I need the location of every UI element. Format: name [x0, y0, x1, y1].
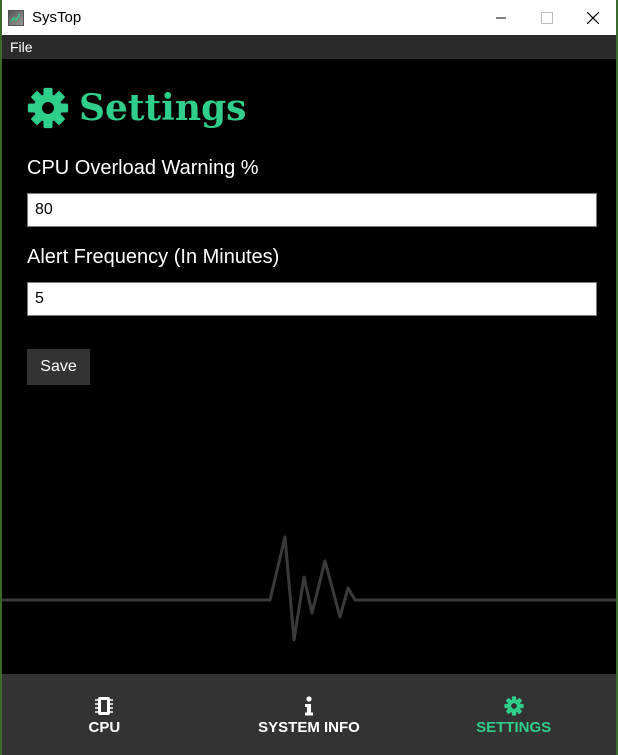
heartbeat-decoration: [2, 535, 616, 642]
window-controls: [478, 0, 616, 35]
cpu-overload-label: CPU Overload Warning %: [27, 157, 259, 179]
minimize-button[interactable]: [478, 0, 524, 35]
nav-settings-label: SETTINGS: [476, 718, 552, 736]
title-bar[interactable]: SysTop: [2, 0, 616, 35]
nav-settings[interactable]: SETTINGS: [411, 674, 616, 755]
menu-file[interactable]: File: [2, 39, 41, 55]
minimize-icon: [496, 17, 506, 18]
close-button[interactable]: [570, 0, 616, 35]
nav-cpu-label: CPU: [88, 718, 121, 736]
nav-system-info-label: SYSTEM INFO: [258, 718, 360, 736]
systop-app-icon: [8, 9, 24, 26]
page-title: Settings: [79, 87, 247, 129]
gear-icon: [504, 695, 524, 716]
alert-frequency-label: Alert Frequency (In Minutes): [27, 246, 280, 268]
settings-page: Settings CPU Overload Warning % Alert Fr…: [2, 59, 616, 674]
maximize-icon: [541, 11, 553, 24]
save-button[interactable]: Save: [27, 349, 90, 385]
window-title: SysTop: [32, 9, 82, 26]
info-icon: [305, 695, 313, 715]
gear-icon: [27, 87, 69, 129]
app-window: SysTop File Settings CPU Overload Warnin…: [0, 0, 618, 755]
bottom-nav: CPU SYSTEM INFO SETTINGS: [2, 674, 616, 755]
close-icon: [587, 11, 599, 24]
microchip-icon: [95, 696, 114, 715]
nav-cpu[interactable]: CPU: [2, 674, 207, 755]
alert-frequency-input[interactable]: [27, 282, 597, 316]
maximize-button[interactable]: [524, 0, 570, 35]
page-heading: Settings: [27, 87, 246, 129]
cpu-overload-input[interactable]: [27, 193, 597, 227]
nav-system-info[interactable]: SYSTEM INFO: [207, 674, 412, 755]
menu-bar: File: [2, 35, 616, 59]
